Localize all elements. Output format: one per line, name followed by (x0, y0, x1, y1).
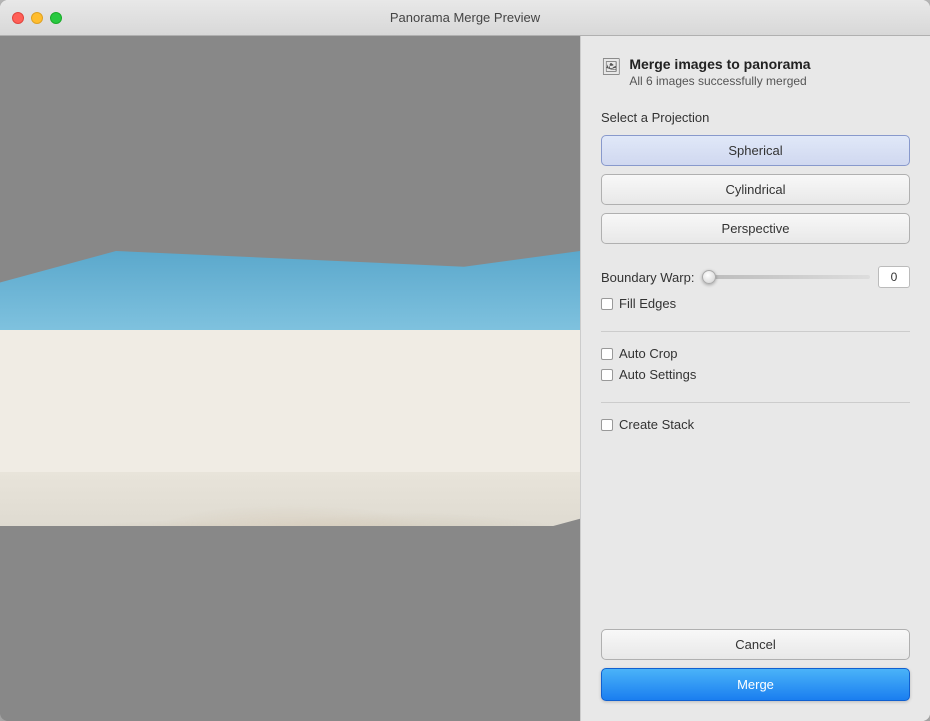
cylindrical-button[interactable]: Cylindrical (601, 174, 910, 205)
close-button[interactable] (12, 12, 24, 24)
bottom-gray-area (0, 526, 580, 721)
auto-settings-checkbox[interactable] (601, 369, 613, 381)
auto-crop-row: Auto Crop (601, 346, 910, 361)
create-stack-row: Create Stack (601, 417, 910, 432)
fill-edges-label: Fill Edges (619, 296, 676, 311)
bottom-buttons: Cancel Merge (601, 629, 910, 701)
panel-title: Merge images to panorama (629, 56, 810, 72)
auto-crop-label: Auto Crop (619, 346, 678, 361)
boundary-warp-label: Boundary Warp: (601, 270, 694, 285)
title-bar: Panorama Merge Preview (0, 0, 930, 36)
top-gray-area (0, 36, 580, 251)
boundary-warp-slider[interactable] (702, 275, 870, 279)
main-window: Panorama Merge Preview (0, 0, 930, 721)
fill-edges-row: Fill Edges (601, 296, 910, 311)
preview-panel (0, 36, 580, 721)
merge-button[interactable]: Merge (601, 668, 910, 701)
divider-1 (601, 331, 910, 332)
merge-icon: 🖼 (601, 57, 621, 77)
window-title: Panorama Merge Preview (390, 10, 540, 25)
header-text: Merge images to panorama All 6 images su… (629, 56, 810, 88)
boundary-warp-value: 0 (878, 266, 910, 288)
cancel-button[interactable]: Cancel (601, 629, 910, 660)
auto-settings-label: Auto Settings (619, 367, 696, 382)
traffic-lights (12, 12, 62, 24)
building-body (0, 330, 580, 488)
spherical-button[interactable]: Spherical (601, 135, 910, 166)
minimize-button[interactable] (31, 12, 43, 24)
panel-subtitle: All 6 images successfully merged (629, 74, 810, 88)
panel-header: 🖼 Merge images to panorama All 6 images … (601, 56, 910, 88)
auto-settings-row: Auto Settings (601, 367, 910, 382)
create-stack-label: Create Stack (619, 417, 694, 432)
auto-crop-checkbox[interactable] (601, 348, 613, 360)
panorama-clip (0, 251, 580, 566)
projection-label: Select a Projection (601, 110, 910, 125)
right-panel: 🖼 Merge images to panorama All 6 images … (580, 36, 930, 721)
create-stack-checkbox[interactable] (601, 419, 613, 431)
divider-2 (601, 402, 910, 403)
boundary-warp-row: Boundary Warp: 0 (601, 266, 910, 288)
perspective-button[interactable]: Perspective (601, 213, 910, 244)
slider-thumb[interactable] (702, 270, 716, 284)
panorama-preview (0, 251, 580, 566)
content-area: 🖼 Merge images to panorama All 6 images … (0, 36, 930, 721)
fill-edges-checkbox[interactable] (601, 298, 613, 310)
maximize-button[interactable] (50, 12, 62, 24)
